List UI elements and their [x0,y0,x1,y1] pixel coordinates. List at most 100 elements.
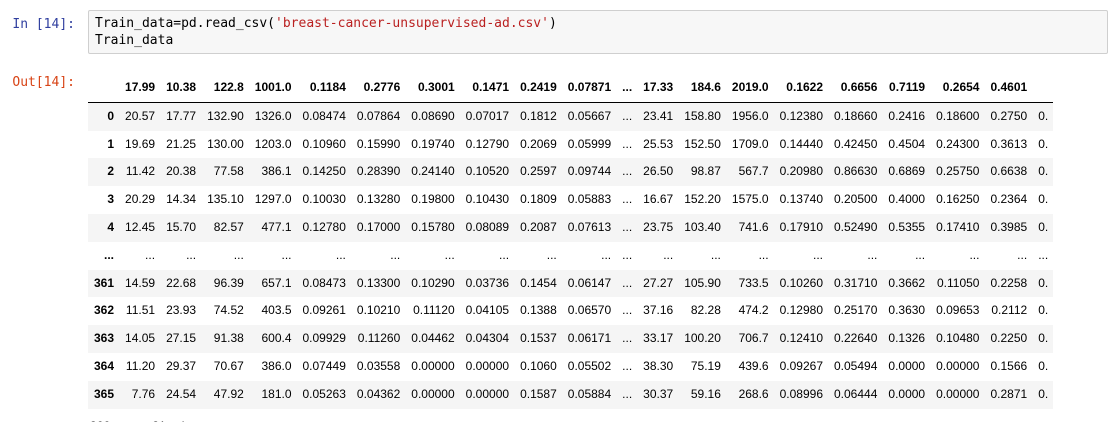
table-row: 365 7.76 24.54 47.92 181.0 0.05263 0.04362 0.00… [88,380,1054,409]
table-cell: 16.67 [643,192,674,207]
table-cell: 152.20 [684,192,721,207]
table-cell: 0.2250 [990,331,1028,346]
table-cell: 0.05263 [302,386,346,401]
table-cell: 0. [1038,386,1049,401]
table-cell: 0.13740 [779,192,823,207]
table-cell: 386.1 [261,164,292,179]
table-cell: ... [969,247,980,262]
table-cell: 0.86630 [834,164,878,179]
table-cell: ... [444,247,455,262]
table-cell: 1956.0 [731,108,769,123]
table-cell: 19.69 [125,136,156,151]
table-cell: 0.11120 [413,303,455,318]
table-cell: 0.24140 [411,164,455,179]
column-header: 0.3001 [417,80,455,94]
table-cell: 0.16250 [936,192,980,207]
table-cell: ... [622,247,633,262]
table-cell: 0.4504 [888,136,926,151]
column-header: 122.8 [213,80,244,94]
table-cell: 0. [1038,164,1049,179]
table-cell: 0.07017 [465,108,510,123]
table-cell: 0.00000 [411,386,455,401]
table-cell: 0.6869 [888,164,926,179]
input-prompt: In [14]: [12,17,75,32]
table-cell: 0.09261 [302,303,346,318]
table-cell: 0.05502 [567,358,612,373]
table-cell: 0.10210 [356,303,401,318]
table-cell: 403.5 [261,303,292,318]
output-cell: Out[14]: 17.99 10.38 122.8 1001.0 0.1184 0.27… [0,68,1111,422]
table-cell: 11.42 [125,164,156,179]
table-cell: 82.57 [213,219,244,234]
table-row: 364 11.20 29.37 70.67 386.0 0.07449 0.03558 0.0… [88,353,1053,381]
table-cell: 0.18600 [936,108,980,123]
code-line-1: Train_data=pd.read_csv('breast-cancer-un… [95,16,557,31]
table-cell: ... [390,247,401,262]
dataframe-header: 17.99 10.38 122.8 1001.0 0.1184 0.2776 0.3001 0… [88,74,1054,103]
table-cell: 0.11050 [936,275,980,290]
table-cell: 0.17000 [356,219,401,234]
table-cell: 0. [1038,108,1049,123]
table-cell: 0.06147 [567,275,612,290]
table-cell: 0.08473 [302,275,346,290]
table-cell: 22.68 [166,275,197,290]
table-cell: 0.07613 [567,219,612,234]
table-cell: 0.2112 [991,303,1028,318]
table-cell: 75.19 [690,358,721,373]
table-cell: 0.0000 [888,358,926,373]
table-cell: 0.18660 [834,108,878,123]
table-cell: 0. [1038,275,1049,290]
table-cell: ... [867,247,878,262]
table-cell: 77.58 [213,164,244,179]
table-cell: 0.00000 [465,386,510,401]
column-header: 1001.0 [254,80,292,94]
table-cell: 0.1587 [520,386,557,401]
table-cell: 70.67 [213,358,244,373]
table-cell: 132.90 [207,108,244,123]
table-cell: 0.12790 [465,136,510,151]
table-cell: 0.28390 [356,164,401,179]
table-row: 362 11.51 23.93 74.52 403.5 0.09261 0.10210 0.1… [88,297,1053,325]
table-cell: 0.13280 [356,192,401,207]
output-prompt: Out[14]: [12,75,75,90]
table-cell: 33.17 [643,331,674,346]
jupyter-notebook: In [14]: Train_data=pd.read_csv('breast-… [0,0,1111,422]
table-cell: 130.00 [207,136,244,151]
table-cell: 14.05 [125,331,156,346]
table-cell: 0.2750 [990,108,1028,123]
column-header: 0.6656 [840,80,878,94]
table-cell: 0.17910 [779,219,823,234]
row-index: ... [104,247,115,262]
code-editor[interactable]: Train_data=pd.read_csv('breast-cancer-un… [95,15,1101,49]
table-cell: 439.6 [738,358,769,373]
table-cell: 0.10030 [302,192,346,207]
table-cell: 27.27 [643,275,674,290]
table-cell: 158.80 [684,108,721,123]
table-cell: 0.06171 [567,331,612,346]
table-cell: 0.24300 [936,136,980,151]
table-cell: 1297.0 [254,192,292,207]
table-cell: 11.20 [125,358,156,373]
corner-header [88,74,119,102]
table-cell: 0.2258 [990,275,1028,290]
table-cell: 0.1566 [990,358,1028,373]
table-cell: 0.09267 [779,358,823,373]
row-index: 1 [107,136,115,151]
code-input-area[interactable]: Train_data=pd.read_csv('breast-cancer-un… [88,10,1108,54]
table-cell: 0.09929 [302,331,346,346]
table-cell: 0.05667 [567,108,612,123]
column-header: 0.07871 [567,80,612,94]
table-cell: 0. [1038,303,1049,318]
table-cell: 14.34 [166,192,197,207]
table-cell: ... [186,247,197,262]
column-header: 0.2776 [363,80,401,94]
table-cell: 0.20980 [779,164,823,179]
table-cell: 23.41 [643,108,674,123]
column-header: 0.7119 [889,80,926,94]
table-cell: 0.1809 [520,192,557,207]
table-row: 1 19.69 21.25 130.00 1203.0 0.10960 0.15990 0.1… [88,131,1053,159]
table-cell: 733.5 [738,275,769,290]
table-cell: ... [546,247,557,262]
table-cell: 0.3662 [888,275,926,290]
table-cell: 657.1 [261,275,292,290]
